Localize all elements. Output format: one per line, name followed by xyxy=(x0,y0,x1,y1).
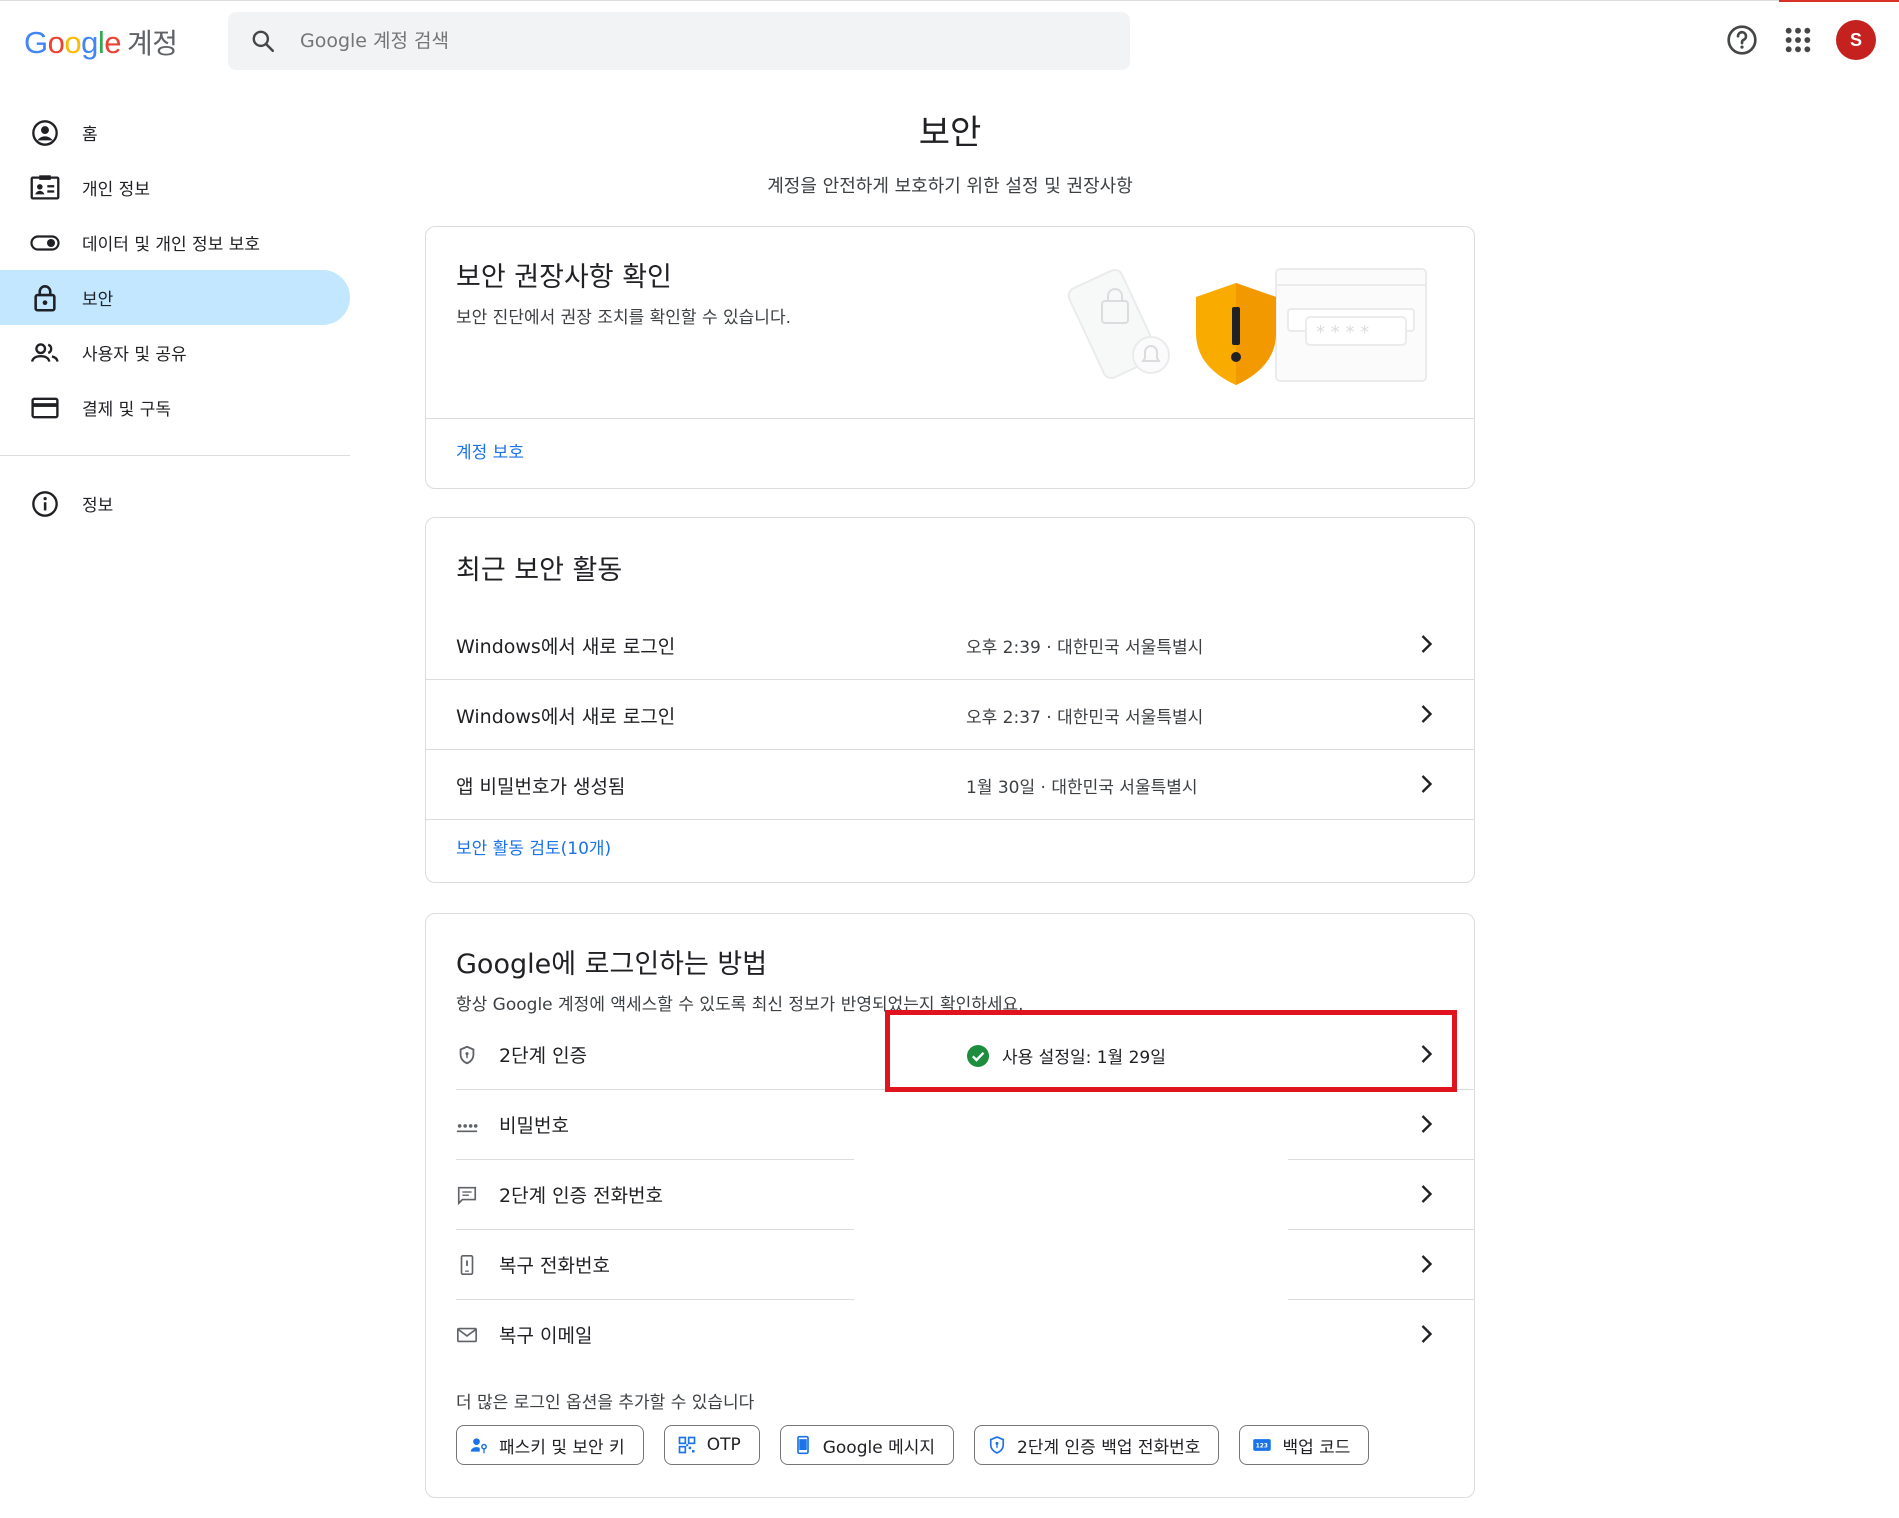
chip-label: 백업 코드 xyxy=(1282,1437,1351,1458)
phone-icon xyxy=(460,1255,474,1275)
sidebar-item-people-sharing[interactable]: 사용자 및 공유 xyxy=(0,325,350,380)
activity-label: Windows에서 새로 로그인 xyxy=(456,636,676,658)
toggle-icon xyxy=(30,228,60,258)
chevron-right-icon xyxy=(1421,635,1433,653)
card-title: 최근 보안 활동 xyxy=(456,555,623,586)
smartphone-icon xyxy=(793,1435,813,1455)
signin-row-2step-phone[interactable]: 2단계 인증 전화번호 xyxy=(426,1160,1474,1230)
chip-label: OTP xyxy=(706,1435,741,1455)
activity-label: Windows에서 새로 로그인 xyxy=(456,706,676,728)
signin-label: 복구 이메일 xyxy=(499,1325,593,1347)
page-subtitle: 계정을 안전하게 보호하기 위한 설정 및 권장사항 xyxy=(767,176,1133,197)
signin-methods-card: Google에 로그인하는 방법 항상 Google 계정에 액세스할 수 있도… xyxy=(425,913,1475,1498)
activity-meta: 오후 2:39 · 대한민국 서울특별시 xyxy=(966,638,1204,658)
chip-backup-codes[interactable]: 123 백업 코드 xyxy=(1239,1425,1370,1465)
activity-row[interactable]: 앱 비밀번호가 생성됨 1월 30일 · 대한민국 서울특별시 xyxy=(426,750,1474,820)
highlight-box xyxy=(885,1010,1457,1092)
chip-label: 2단계 인증 백업 전화번호 xyxy=(1017,1437,1201,1458)
sidebar-item-label: 홈 xyxy=(82,125,98,145)
sidebar-item-label: 사용자 및 공유 xyxy=(82,345,187,365)
chevron-right-icon xyxy=(1421,1185,1433,1203)
signin-label: 2단계 인증 xyxy=(499,1045,588,1067)
sidebar-item-label: 데이터 및 개인 정보 보호 xyxy=(82,235,261,255)
search-input[interactable] xyxy=(300,22,1100,60)
backup-code-icon: 123 xyxy=(1252,1435,1272,1455)
signin-label: 비밀번호 xyxy=(499,1115,569,1137)
signin-label: 2단계 인증 전화번호 xyxy=(499,1185,664,1207)
signin-row-password[interactable]: 비밀번호 xyxy=(426,1090,1474,1160)
chevron-right-icon xyxy=(1421,1115,1433,1133)
sidebar-item-label: 정보 xyxy=(82,496,114,516)
sidebar-item-security[interactable]: 보안 xyxy=(0,270,350,325)
sidebar-item-label: 보안 xyxy=(82,290,114,310)
chip-passkey[interactable]: 패스키 및 보안 키 xyxy=(456,1425,644,1465)
avatar[interactable]: S xyxy=(1836,20,1876,60)
activity-row[interactable]: Windows에서 새로 로그인 오후 2:39 · 대한민국 서울특별시 xyxy=(426,610,1474,680)
lock-icon xyxy=(30,283,60,313)
sidebar-item-data-privacy[interactable]: 데이터 및 개인 정보 보호 xyxy=(0,215,350,270)
sidebar-divider xyxy=(0,455,350,456)
chevron-right-icon xyxy=(1421,705,1433,723)
help-icon[interactable] xyxy=(1726,24,1758,56)
search-bar[interactable] xyxy=(228,12,1130,70)
activity-row[interactable]: Windows에서 새로 로그인 오후 2:37 · 대한민국 서울특별시 xyxy=(426,680,1474,750)
chip-otp[interactable]: OTP xyxy=(663,1425,760,1465)
more-options-label: 더 많은 로그인 옵션을 추가할 수 있습니다 xyxy=(456,1393,755,1413)
signin-label: 복구 전화번호 xyxy=(499,1255,610,1277)
chevron-right-icon xyxy=(1421,1325,1433,1343)
sidebar-item-personal-info[interactable]: 개인 정보 xyxy=(0,160,350,215)
chip-label: 패스키 및 보안 키 xyxy=(499,1437,625,1458)
svg-text:123: 123 xyxy=(1256,1444,1268,1450)
message-icon xyxy=(457,1186,477,1206)
signin-row-recovery-email[interactable]: 복구 이메일 xyxy=(426,1300,1474,1370)
chevron-right-icon xyxy=(1421,775,1433,793)
row-divider xyxy=(426,819,1474,820)
shield-icon xyxy=(987,1435,1007,1455)
password-dots-icon xyxy=(456,1124,478,1133)
review-security-activity-link[interactable]: 보안 활동 검토(10개) xyxy=(456,834,611,859)
apps-grid-icon[interactable] xyxy=(1782,24,1814,56)
sidebar-item-label: 결제 및 구독 xyxy=(82,400,172,420)
sidebar-item-home[interactable]: 홈 xyxy=(0,105,350,160)
svg-text:* * * *: * * * * xyxy=(1316,322,1369,343)
protect-account-link[interactable]: 계정 보호 xyxy=(456,438,524,463)
security-checkup-illustration: * * * * xyxy=(1067,268,1427,385)
card-title: 보안 권장사항 확인 xyxy=(456,262,672,293)
page-header: 보안 계정을 안전하게 보호하기 위한 설정 및 권장사항 xyxy=(425,105,1475,198)
account-circle-icon xyxy=(30,118,60,148)
activity-meta: 오후 2:37 · 대한민국 서울특별시 xyxy=(966,708,1204,728)
chevron-right-icon xyxy=(1421,1255,1433,1273)
sidebar-item-about[interactable]: 정보 xyxy=(0,476,350,531)
people-icon xyxy=(30,338,60,368)
page-title: 보안 xyxy=(918,113,982,153)
info-icon xyxy=(30,489,60,519)
chip-backup-phone[interactable]: 2단계 인증 백업 전화번호 xyxy=(974,1425,1220,1465)
card-divider xyxy=(426,418,1474,419)
id-card-icon xyxy=(30,173,60,203)
mail-icon xyxy=(457,1327,477,1343)
sidebar-item-payments[interactable]: 결제 및 구독 xyxy=(0,380,350,435)
activity-meta: 1월 30일 · 대한민국 서울특별시 xyxy=(966,778,1198,798)
chip-label: Google 메시지 xyxy=(822,1437,936,1458)
credit-card-icon xyxy=(30,393,60,423)
header: Google계정 S xyxy=(0,0,1899,90)
logo-google-text: Google xyxy=(24,25,122,60)
shield-icon xyxy=(459,1045,475,1065)
sidebar-nav: 홈 개인 정보 데이터 및 개인 정보 보호 보안 사용자 및 공유 결제 및 … xyxy=(0,105,350,531)
recent-security-activity-card: 최근 보안 활동 Windows에서 새로 로그인 오후 2:39 · 대한민국… xyxy=(425,517,1475,883)
activity-label: 앱 비밀번호가 생성됨 xyxy=(456,776,626,798)
card-description: 보안 진단에서 권장 조치를 확인할 수 있습니다. xyxy=(456,308,791,328)
card-title: Google에 로그인하는 방법 xyxy=(456,949,768,980)
signin-row-recovery-phone[interactable]: 복구 전화번호 xyxy=(426,1230,1474,1300)
passkey-icon xyxy=(469,1435,489,1455)
search-icon[interactable] xyxy=(250,28,276,54)
signin-options-chips: 패스키 및 보안 키 OTP Google 메시지 2단계 인증 백업 전화번호… xyxy=(456,1425,1389,1465)
sidebar-item-label: 개인 정보 xyxy=(82,180,150,200)
qr-code-icon xyxy=(677,1435,697,1455)
security-recommendations-card: 보안 권장사항 확인 보안 진단에서 권장 조치를 확인할 수 있습니다. * … xyxy=(425,226,1475,489)
google-account-logo[interactable]: Google 계정 xyxy=(24,22,178,62)
logo-sub-text: 계정 xyxy=(127,27,178,60)
chip-google-prompt[interactable]: Google 메시지 xyxy=(779,1425,955,1465)
